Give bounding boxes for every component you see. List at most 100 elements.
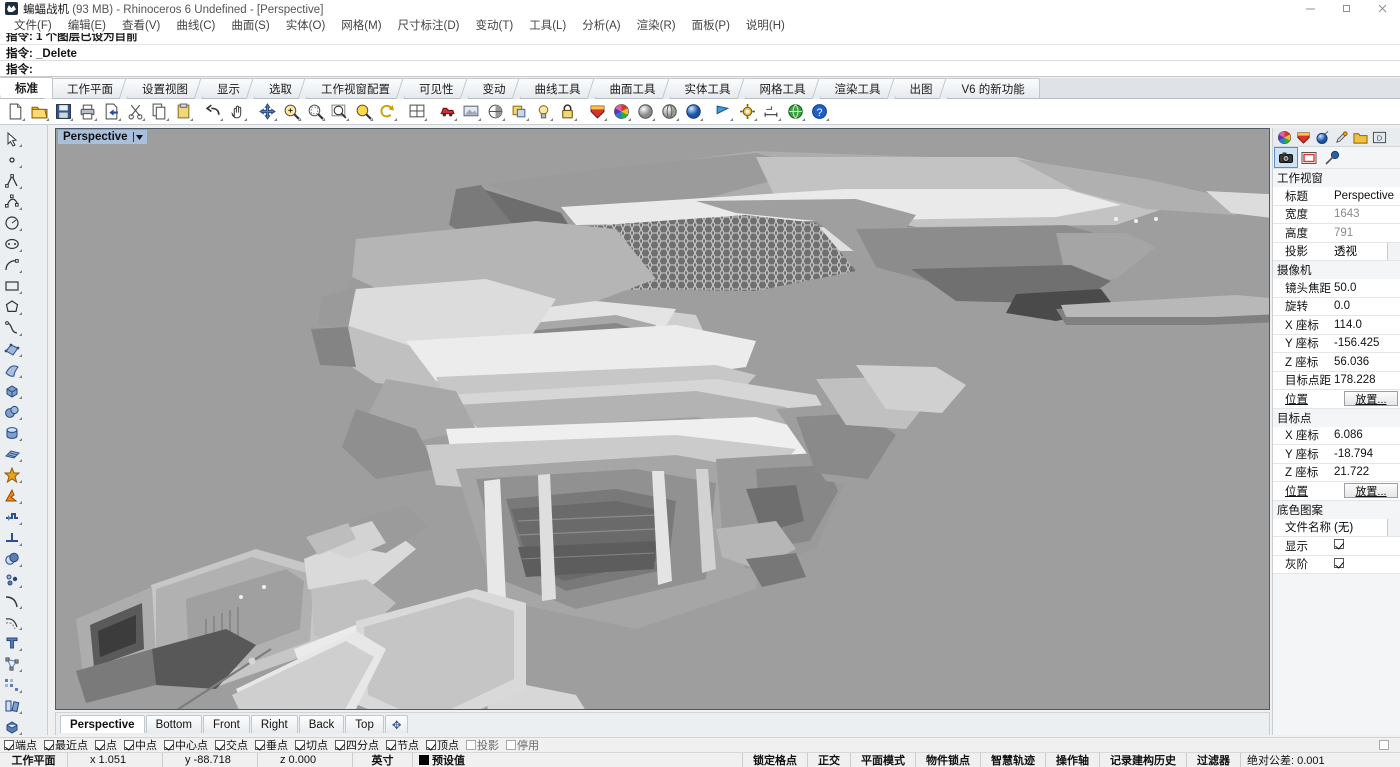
paste-icon[interactable] xyxy=(171,101,195,123)
osnap-6[interactable]: 垂点 xyxy=(255,737,288,753)
checkbox-unchecked-icon[interactable] xyxy=(466,740,476,750)
checkbox-checked-icon[interactable] xyxy=(1334,539,1344,549)
property-value[interactable]: Perspective xyxy=(1331,190,1400,202)
save-icon[interactable] xyxy=(51,101,75,123)
select-arrow-icon[interactable] xyxy=(0,128,24,149)
checkbox-checked-icon[interactable] xyxy=(426,740,436,750)
checkbox-unchecked-icon[interactable] xyxy=(506,740,516,750)
menu-analyze[interactable]: 分析(A) xyxy=(574,17,628,33)
object-props-icon[interactable] xyxy=(507,101,531,123)
checkbox-checked-icon[interactable] xyxy=(386,740,396,750)
ribbon-tab-8[interactable]: 曲线工具 xyxy=(520,78,596,98)
osnap-12[interactable]: 停用 xyxy=(506,737,539,753)
view-tab-back[interactable]: Back xyxy=(299,715,345,733)
text-object-icon[interactable] xyxy=(0,632,24,653)
property-value[interactable]: 56.036 xyxy=(1331,356,1400,368)
mesh-plane-icon[interactable] xyxy=(0,443,24,464)
loft-surface-icon[interactable] xyxy=(0,359,24,380)
render-preview-icon[interactable] xyxy=(459,101,483,123)
osnap-1[interactable]: 最近点 xyxy=(44,737,88,753)
osnap-overflow-checkbox[interactable] xyxy=(1379,740,1390,750)
ellipse-icon[interactable] xyxy=(0,233,24,254)
sphere-solid-icon[interactable] xyxy=(0,401,24,422)
ribbon-tab-6[interactable]: 可见性 xyxy=(404,78,469,98)
status-toggle-6[interactable]: 记录建构历史 xyxy=(1100,753,1187,767)
osnap-9[interactable]: 节点 xyxy=(386,737,419,753)
zoom-extents-icon[interactable] xyxy=(327,101,351,123)
property-value[interactable]: 50.0 xyxy=(1331,282,1400,294)
menu-edit[interactable]: 编辑(E) xyxy=(60,17,114,33)
osnap-8[interactable]: 四分点 xyxy=(335,737,379,753)
zoom-in-icon[interactable] xyxy=(279,101,303,123)
light-bulb-icon[interactable] xyxy=(531,101,555,123)
ribbon-tab-5[interactable]: 工作视窗配置 xyxy=(306,78,405,98)
cylinder-solid-icon[interactable] xyxy=(0,422,24,443)
lock-icon[interactable] xyxy=(555,101,579,123)
shade-icon[interactable] xyxy=(483,101,507,123)
offset-curve-icon[interactable] xyxy=(0,611,24,632)
control-point-curve-icon[interactable] xyxy=(0,191,24,212)
display-tab-icon[interactable]: D xyxy=(1370,129,1389,146)
open-folder-icon[interactable] xyxy=(27,101,51,123)
print-icon[interactable] xyxy=(75,101,99,123)
menu-transform[interactable]: 变动(T) xyxy=(468,17,522,33)
osnap-11[interactable]: 投影 xyxy=(466,737,499,753)
chevron-down-icon[interactable] xyxy=(133,132,143,142)
dimension-icon[interactable] xyxy=(759,101,783,123)
sphere-shade-icon[interactable] xyxy=(633,101,657,123)
ribbon-tab-1[interactable]: 工作平面 xyxy=(52,78,128,98)
menu-tools[interactable]: 工具(L) xyxy=(521,17,574,33)
place-camera-button[interactable]: 放置... xyxy=(1344,391,1398,406)
boolean-split-icon[interactable] xyxy=(0,485,24,506)
status-toggle-0[interactable]: 锁定格点 xyxy=(743,753,808,767)
property-value[interactable]: 0.0 xyxy=(1331,300,1400,312)
explode-star-icon[interactable] xyxy=(0,464,24,485)
checkbox-checked-icon[interactable] xyxy=(335,740,345,750)
property-value[interactable]: 6.086 xyxy=(1331,429,1400,441)
points-group-icon[interactable] xyxy=(0,569,24,590)
trim-icon[interactable] xyxy=(0,506,24,527)
osnap-10[interactable]: 顶点 xyxy=(426,737,459,753)
property-value[interactable]: -156.425 xyxy=(1331,337,1400,349)
four-view-icon[interactable] xyxy=(405,101,429,123)
render-sphere-tab-icon[interactable] xyxy=(1313,129,1332,146)
osnap-7[interactable]: 切点 xyxy=(295,737,328,753)
property-value[interactable]: 114.0 xyxy=(1331,319,1400,331)
menu-mesh[interactable]: 网格(M) xyxy=(333,17,389,33)
checkbox-checked-icon[interactable] xyxy=(124,740,134,750)
view-tab-bottom[interactable]: Bottom xyxy=(146,715,202,733)
checkbox-unchecked-icon[interactable] xyxy=(1379,740,1389,750)
add-viewport-tab-icon[interactable]: ✥ xyxy=(385,715,409,733)
osnap-4[interactable]: 中心点 xyxy=(164,737,208,753)
extend-icon[interactable] xyxy=(0,527,24,548)
status-toggle-7[interactable]: 过滤器 xyxy=(1187,753,1241,767)
checkbox-checked-icon[interactable] xyxy=(295,740,305,750)
checkbox-checked-icon[interactable] xyxy=(95,740,105,750)
status-toggle-1[interactable]: 正交 xyxy=(808,753,851,767)
osnap-2[interactable]: 点 xyxy=(95,737,117,753)
property-checkbox[interactable] xyxy=(1331,558,1400,571)
osnap-5[interactable]: 交点 xyxy=(215,737,248,753)
menu-help[interactable]: 说明(H) xyxy=(738,17,793,33)
viewport-frame-icon[interactable] xyxy=(1298,148,1320,167)
undo-icon[interactable] xyxy=(201,101,225,123)
menu-surface[interactable]: 曲面(S) xyxy=(223,17,277,33)
rectangle-icon[interactable] xyxy=(0,275,24,296)
status-toggle-3[interactable]: 物件锁点 xyxy=(916,753,981,767)
ribbon-tab-2[interactable]: 设置视图 xyxy=(127,78,203,98)
status-toggle-4[interactable]: 智慧轨迹 xyxy=(981,753,1046,767)
status-toggle-5[interactable]: 操作轴 xyxy=(1046,753,1100,767)
fillet-curve-icon[interactable] xyxy=(0,590,24,611)
cap-solid-icon[interactable] xyxy=(0,716,24,737)
point-icon[interactable] xyxy=(0,149,24,170)
chevron-down-icon[interactable] xyxy=(1387,519,1400,536)
copy-object-icon[interactable] xyxy=(0,695,24,716)
zoom-window-icon[interactable] xyxy=(303,101,327,123)
osnap-0[interactable]: 端点 xyxy=(4,737,37,753)
arc-icon[interactable] xyxy=(0,254,24,275)
checkbox-checked-icon[interactable] xyxy=(1334,558,1344,568)
view-tab-front[interactable]: Front xyxy=(203,715,250,733)
property-value[interactable]: 791 xyxy=(1331,227,1400,239)
layer-material-tab-icon[interactable] xyxy=(1294,129,1313,146)
property-checkbox[interactable] xyxy=(1331,539,1400,552)
